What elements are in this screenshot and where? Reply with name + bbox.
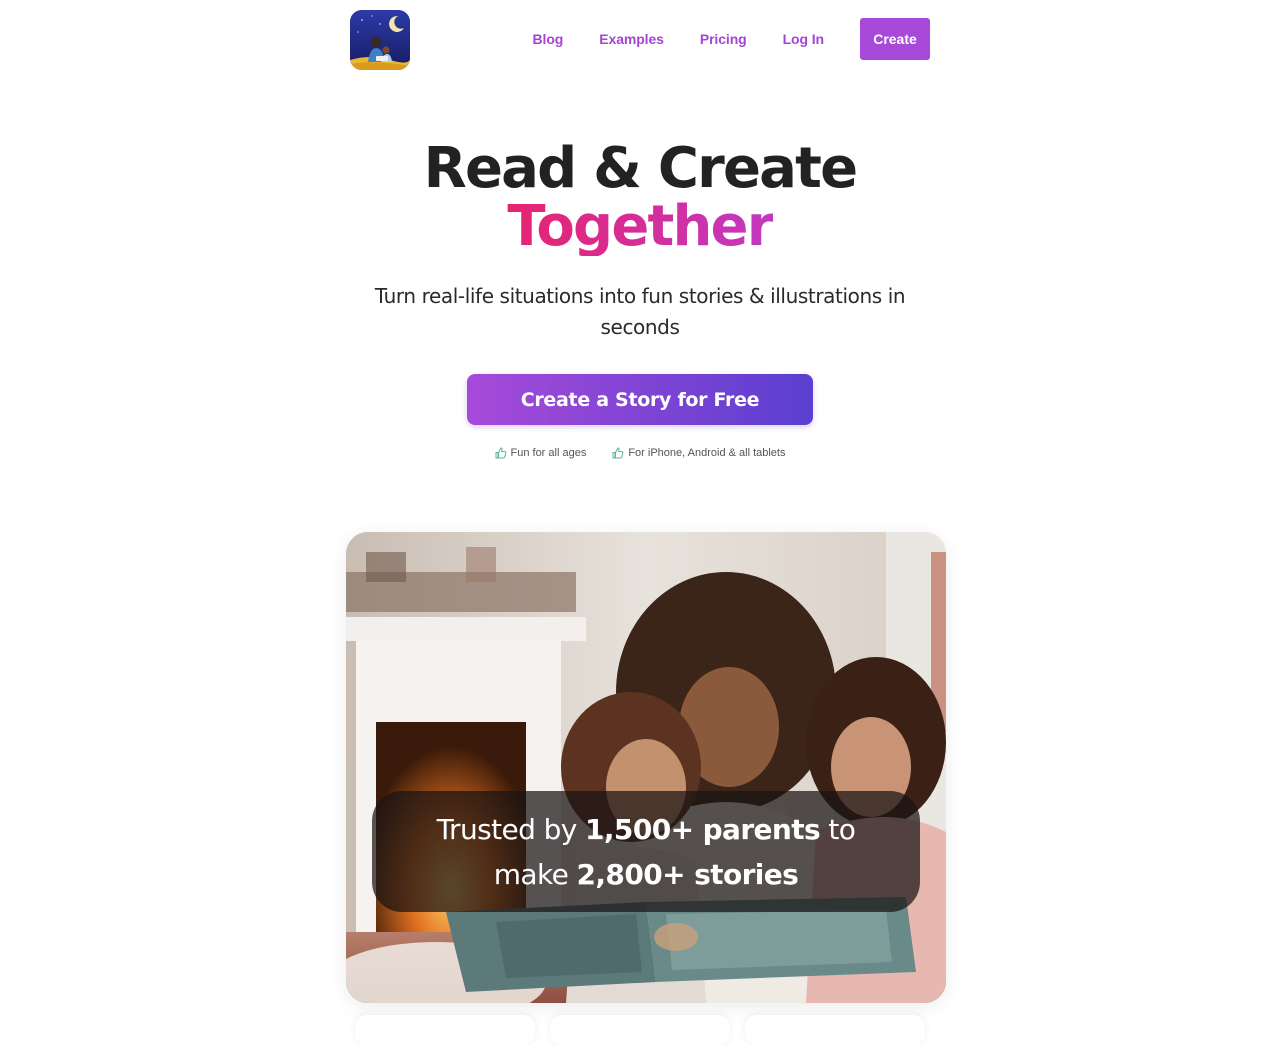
trust-line-2: make 2,800+ stories [494,852,799,897]
hero-title: Read & Create Together [0,140,1280,256]
thumbs-up-icon [495,447,506,459]
hero-title-line2: Together [507,194,774,259]
parents-count: 1,500+ parents [585,812,821,846]
stories-count: 2,800+ stories [576,857,799,891]
card-peek [355,1015,535,1045]
feature-item: Fun for all ages [495,447,587,459]
nav-pricing-link[interactable]: Pricing [700,31,747,47]
create-button[interactable]: Create [860,18,930,60]
trust-line-1: Trusted by 1,500+ parents to [437,807,856,852]
family-reading-photo [346,532,946,1003]
logo-illustration-icon [350,10,410,70]
main-nav: Blog Examples Pricing Log In Create [533,18,930,60]
feature-label: Fun for all ages [510,447,587,459]
app-logo[interactable] [350,10,410,70]
trust-banner: Trusted by 1,500+ parents to make 2,800+… [372,791,920,912]
feature-item: For iPhone, Android & all tablets [612,447,785,459]
hero-photo-card: Trusted by 1,500+ parents to make 2,800+… [346,532,946,1003]
hero-subtitle: Turn real-life situations into fun stori… [374,284,906,339]
nav-examples-link[interactable]: Examples [599,31,664,47]
create-story-button[interactable]: Create a Story for Free [467,374,813,425]
thumbs-up-icon [612,447,624,459]
nav-login-link[interactable]: Log In [783,31,824,47]
trust-text: Trusted by [436,812,586,846]
trust-text: to [820,812,856,846]
feature-label: For iPhone, Android & all tablets [628,447,786,459]
hero-title-line1: Read & Create [423,136,858,201]
card-peek [745,1015,925,1045]
card-peek [550,1015,730,1045]
site-header: Blog Examples Pricing Log In Create [350,10,930,70]
nav-blog-link[interactable]: Blog [533,31,564,47]
trust-text: make [493,857,577,891]
feature-list: Fun for all ages For iPhone, Android & a… [0,447,1280,459]
testimonial-cards-peek [355,1015,925,1045]
